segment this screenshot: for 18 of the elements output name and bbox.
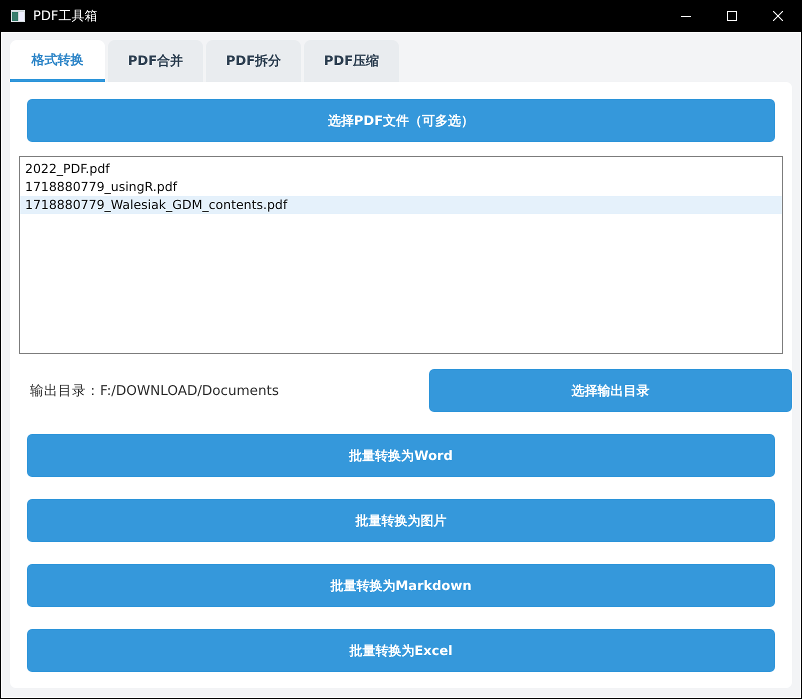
output-directory-label: 输出目录：F:/DOWNLOAD/Documents — [29, 382, 280, 400]
choose-output-button[interactable]: 选择输出目录 — [429, 369, 792, 412]
maximize-icon[interactable] — [727, 11, 737, 21]
tab[interactable]: PDF合并 — [108, 40, 203, 82]
convert-button[interactable]: 批量转换为Markdown — [27, 564, 775, 607]
tab[interactable]: 格式转换 — [10, 40, 105, 82]
file-list-item[interactable]: 1718880779_Walesiak_GDM_contents.pdf — [20, 196, 782, 214]
convert-button[interactable]: 批量转换为Word — [27, 434, 775, 477]
file-list-item[interactable]: 2022_PDF.pdf — [20, 160, 782, 178]
convert-button[interactable]: 批量转换为图片 — [27, 499, 775, 542]
window-title: PDF工具箱 — [33, 8, 98, 25]
file-list-item[interactable]: 1718880779_usingR.pdf — [20, 178, 782, 196]
close-icon[interactable] — [773, 11, 783, 21]
tab[interactable]: PDF压缩 — [304, 40, 399, 82]
tab[interactable]: PDF拆分 — [206, 40, 301, 82]
select-files-button[interactable]: 选择PDF文件（可多选） — [27, 99, 775, 142]
app-icon — [11, 10, 25, 22]
convert-button[interactable]: 批量转换为Excel — [27, 629, 775, 672]
